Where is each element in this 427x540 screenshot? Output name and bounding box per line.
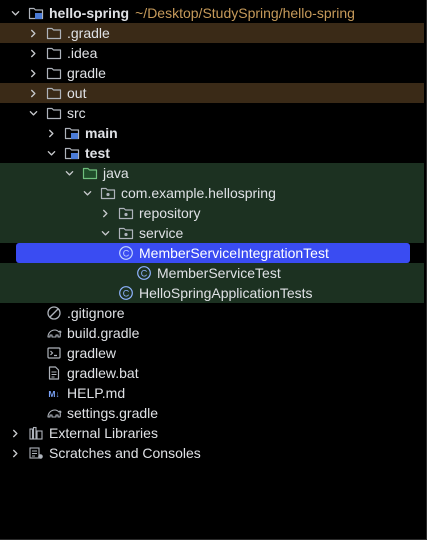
- svg-text:C: C: [141, 268, 148, 278]
- tree-label: com.example.hellospring: [121, 185, 276, 201]
- package-folder-icon: [100, 185, 116, 201]
- tree-label: main: [85, 125, 118, 141]
- folder-icon: [46, 105, 62, 121]
- folder-icon: [46, 45, 62, 61]
- tree-label: test: [85, 145, 110, 161]
- chevron-right-icon[interactable]: [28, 43, 38, 63]
- chevron-right-icon[interactable]: [10, 443, 20, 463]
- chevron-right-icon[interactable]: [28, 23, 38, 43]
- tree-row-java[interactable]: java: [0, 163, 424, 183]
- tree-label: src: [67, 105, 86, 121]
- markdown-icon: M↓: [46, 385, 62, 401]
- library-icon: [28, 425, 44, 441]
- tree-row-member-service-integration-test[interactable]: C MemberServiceIntegrationTest: [16, 243, 410, 263]
- tree-row-package[interactable]: com.example.hellospring: [0, 183, 424, 203]
- class-icon: C: [136, 265, 152, 281]
- scratches-icon: [28, 445, 44, 461]
- gradle-elephant-icon: [46, 325, 62, 341]
- text-file-icon: [46, 365, 62, 381]
- project-path: ~/Desktop/StudySpring/hello-spring: [135, 5, 355, 21]
- tree-label: repository: [139, 205, 201, 221]
- tree-row-member-service-test[interactable]: C MemberServiceTest: [0, 263, 424, 283]
- tree-row-main[interactable]: main: [0, 123, 424, 143]
- tree-row-gradlew-bat[interactable]: gradlew.bat: [0, 363, 424, 383]
- svg-text:C: C: [123, 288, 130, 298]
- tree-row-gitignore[interactable]: .gitignore: [0, 303, 424, 323]
- tree-label: .idea: [67, 45, 98, 61]
- chevron-down-icon[interactable]: [64, 163, 74, 183]
- svg-text:M↓: M↓: [48, 389, 59, 399]
- folder-icon: [46, 25, 62, 41]
- tree-row-src[interactable]: src: [0, 103, 424, 123]
- tree-label: build.gradle: [67, 325, 140, 341]
- class-icon: C: [118, 285, 134, 301]
- tree-row-hello-spring-application-tests[interactable]: C HelloSpringApplicationTests: [0, 283, 424, 303]
- tree-label: out: [67, 85, 87, 101]
- tree-label: .gitignore: [67, 305, 125, 321]
- tree-row-test[interactable]: test: [0, 143, 424, 163]
- folder-icon: [46, 65, 62, 81]
- chevron-down-icon[interactable]: [46, 143, 56, 163]
- chevron-right-icon[interactable]: [28, 83, 38, 103]
- svg-text:C: C: [123, 248, 130, 258]
- tree-label: gradlew.bat: [67, 365, 139, 381]
- gradle-elephant-icon: [46, 405, 62, 421]
- package-folder-icon: [118, 205, 134, 221]
- class-icon: C: [118, 245, 134, 261]
- tree-row-out[interactable]: out: [0, 83, 424, 103]
- tree-row-external-libraries[interactable]: External Libraries: [0, 423, 424, 443]
- chevron-down-icon[interactable]: [100, 223, 110, 243]
- module-folder-icon: [64, 125, 80, 141]
- tree-row-settings-gradle[interactable]: settings.gradle: [0, 403, 424, 423]
- module-folder-icon: [64, 145, 80, 161]
- tree-label: HELP.md: [67, 385, 126, 401]
- package-folder-icon: [118, 225, 134, 241]
- tree-label: .gradle: [67, 25, 110, 41]
- tree-label: MemberServiceTest: [157, 265, 281, 281]
- terminal-icon: [46, 345, 62, 361]
- tree-row-repository[interactable]: repository: [0, 203, 424, 223]
- tree-row-gradlew[interactable]: gradlew: [0, 343, 424, 363]
- tree-row-project-root[interactable]: hello-spring ~/Desktop/StudySpring/hello…: [0, 3, 424, 23]
- tree-row-scratches-and-consoles[interactable]: Scratches and Consoles: [0, 443, 424, 463]
- tree-row-gradle[interactable]: gradle: [0, 63, 424, 83]
- chevron-down-icon[interactable]: [28, 103, 38, 123]
- tree-label: MemberServiceIntegrationTest: [139, 245, 329, 261]
- tree-row-service[interactable]: service: [0, 223, 424, 243]
- tree-row-help-md[interactable]: M↓ HELP.md: [0, 383, 424, 403]
- tree-label: settings.gradle: [67, 405, 159, 421]
- excluded-folder-icon: [46, 85, 62, 101]
- test-source-folder-icon: [82, 165, 98, 181]
- chevron-right-icon[interactable]: [28, 63, 38, 83]
- tree-label: java: [103, 165, 129, 181]
- ignore-file-icon: [46, 305, 62, 321]
- project-tree[interactable]: hello-spring ~/Desktop/StudySpring/hello…: [0, 3, 424, 463]
- tree-row-build-gradle[interactable]: build.gradle: [0, 323, 424, 343]
- chevron-down-icon[interactable]: [82, 183, 92, 203]
- project-tool-window: hello-spring ~/Desktop/StudySpring/hello…: [0, 0, 427, 540]
- chevron-right-icon[interactable]: [10, 423, 20, 443]
- tree-row-idea[interactable]: .idea: [0, 43, 424, 63]
- chevron-down-icon[interactable]: [10, 3, 20, 23]
- tree-label: External Libraries: [49, 425, 158, 441]
- chevron-right-icon[interactable]: [46, 123, 56, 143]
- tree-label: gradle: [67, 65, 106, 81]
- tree-label: gradlew: [67, 345, 117, 361]
- project-module-folder-icon: [28, 5, 44, 21]
- project-name: hello-spring: [49, 5, 130, 21]
- tree-row-gradle-hidden[interactable]: .gradle: [0, 23, 424, 43]
- tree-label: service: [139, 225, 184, 241]
- chevron-right-icon[interactable]: [100, 203, 110, 223]
- tree-label: HelloSpringApplicationTests: [139, 285, 313, 301]
- tree-label: Scratches and Consoles: [49, 445, 201, 461]
